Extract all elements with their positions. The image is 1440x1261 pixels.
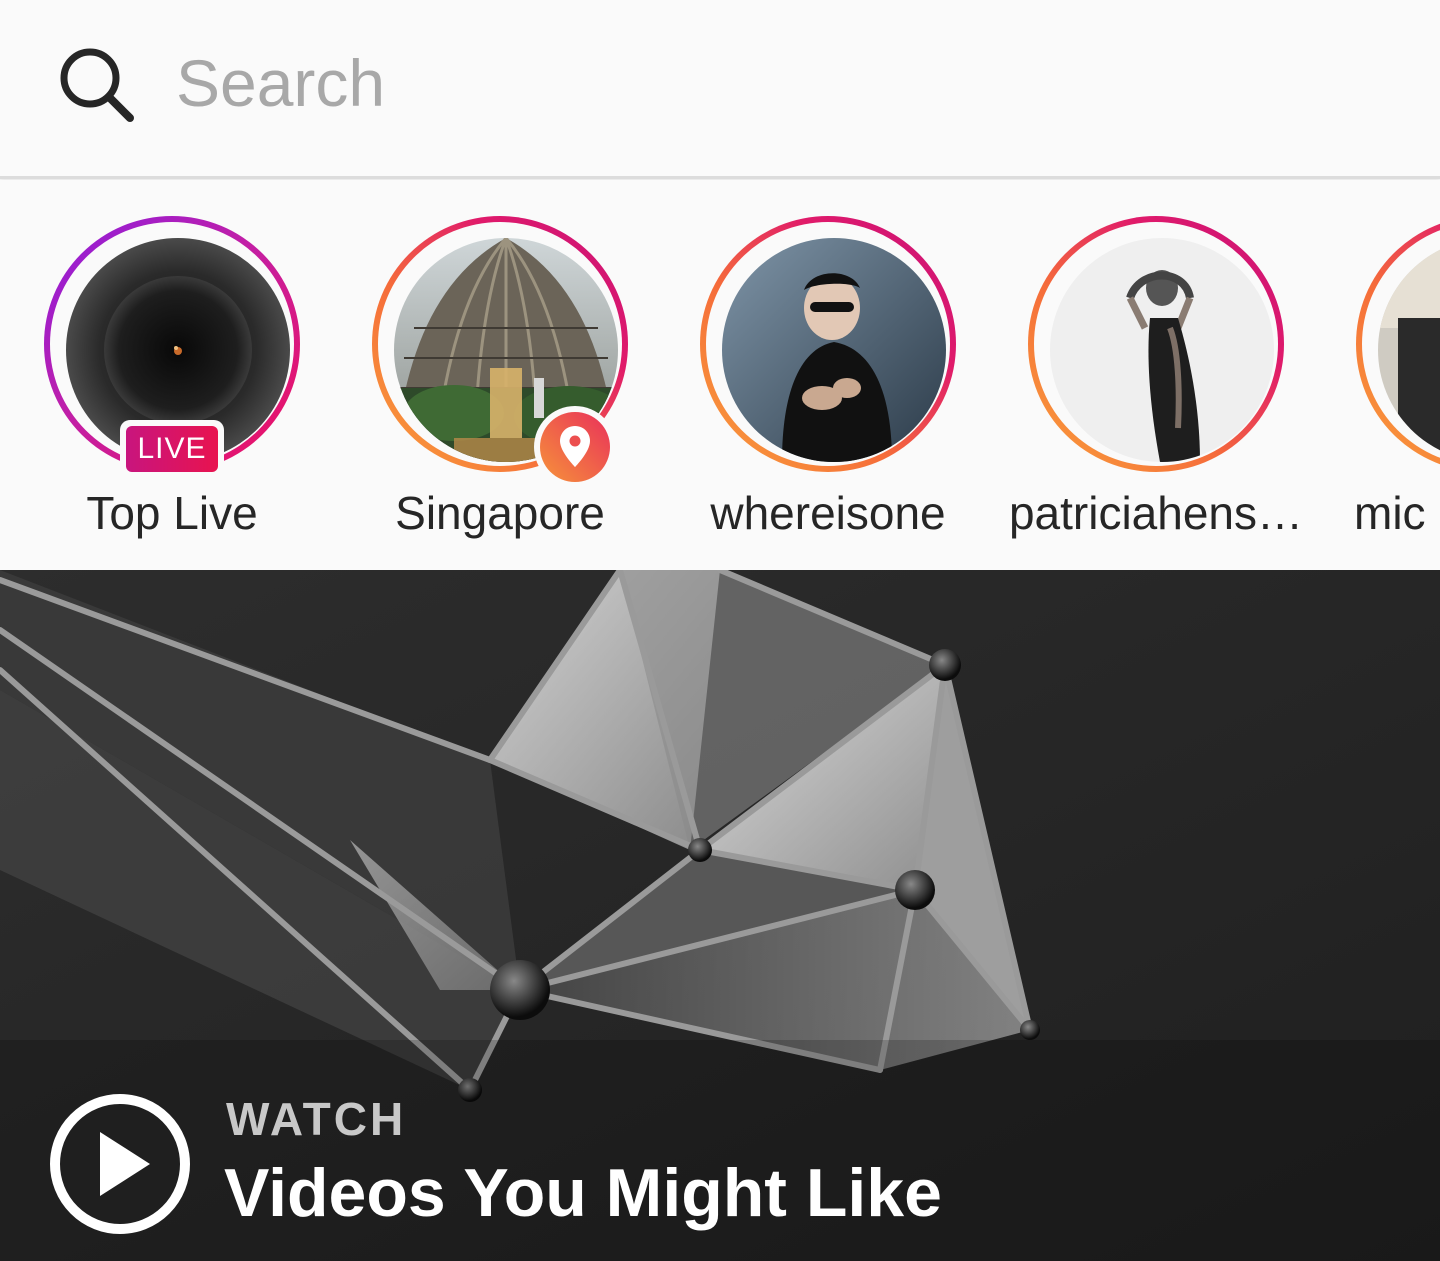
live-badge-label: LIVE [126,426,218,472]
watch-title: Videos You Might Like [224,1155,942,1231]
play-circle-icon[interactable] [48,1092,192,1236]
search-bar[interactable] [0,0,1440,179]
story-label: whereisone [710,487,946,539]
avatar [722,238,946,462]
search-icon[interactable] [56,44,136,124]
story-label: Singapore [395,487,605,539]
story-mic[interactable]: mic [1334,216,1440,556]
story-ring [700,216,956,472]
search-input[interactable] [176,38,1376,128]
live-badge: LIVE [120,420,224,478]
story-whereisone[interactable]: whereisone [678,216,978,556]
story-patriciahens[interactable]: patriciahens… [1006,216,1306,556]
watch-videos-card[interactable]: WATCH Videos You Might Like [0,570,1440,1261]
watch-kicker: WATCH [226,1093,407,1145]
story-label: patriciahens… [1008,487,1304,539]
stories-tray[interactable]: LIVE Top Live Singapore whereisone patri… [0,180,1440,570]
location-pin-icon [560,426,590,467]
story-label: mic [1354,487,1426,539]
story-ring [1356,216,1440,472]
story-label: Top Live [86,487,258,539]
location-badge [534,406,616,488]
avatar [1378,238,1440,462]
explore-page: LIVE Top Live [0,0,1440,1261]
avatar [1050,238,1274,462]
story-ring [1028,216,1284,472]
story-singapore[interactable]: Singapore [350,216,650,556]
story-top-live[interactable]: LIVE Top Live [22,216,322,556]
